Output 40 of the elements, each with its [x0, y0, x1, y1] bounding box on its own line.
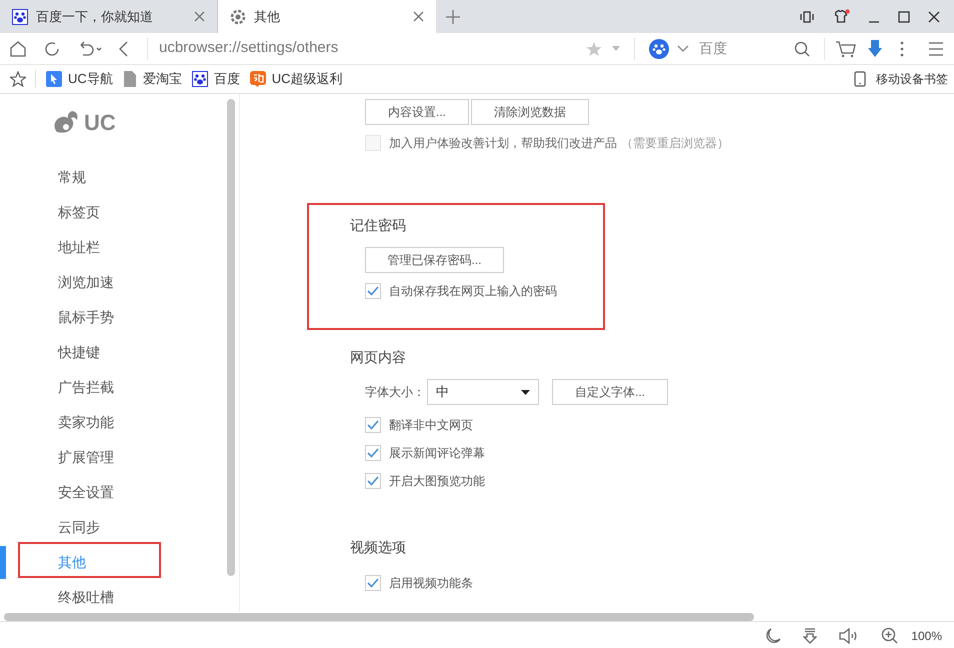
- bookmark-link[interactable]: UC导航: [46, 69, 113, 89]
- settings-button[interactable]: 内容设置...: [365, 99, 469, 125]
- logo-text: UC: [84, 112, 116, 134]
- sidebar-item[interactable]: 终极吐槽: [58, 587, 114, 608]
- checkbox-label: 展示新闻评论弹幕: [389, 445, 485, 462]
- mobile-bookmarks-link[interactable]: 移动设备书签: [854, 70, 948, 88]
- settings-button[interactable]: 清除浏览数据: [471, 99, 589, 125]
- sidebar-item[interactable]: 鼠标手势: [58, 307, 114, 328]
- url-text[interactable]: ucbrowser://settings/others: [159, 37, 338, 60]
- checkbox-label: 启用视频功能条: [389, 575, 473, 592]
- hint-text: （需要重启浏览器）: [621, 135, 729, 152]
- zoom-level[interactable]: 100%: [911, 626, 942, 644]
- sidebar-item[interactable]: 广告拦截: [58, 377, 114, 398]
- sidebar-item[interactable]: 常规: [58, 167, 86, 188]
- tab-title: 其他: [254, 8, 281, 26]
- checkbox-label: 加入用户体验改善计划，帮助我们改进产品: [389, 135, 617, 152]
- section-title: 网页内容: [350, 348, 407, 367]
- checkbox-label: 自动保存我在网页上输入的密码: [389, 283, 557, 300]
- sidebar-item[interactable]: 标签页: [58, 202, 100, 223]
- sidebar-item[interactable]: 快捷键: [58, 342, 100, 363]
- sidebar-item[interactable]: 云同步: [58, 517, 100, 538]
- bookmark-link[interactable]: 百度: [192, 69, 240, 89]
- sidebar-item[interactable]: 扩展管理: [58, 447, 114, 468]
- section-title: 视频选项: [350, 538, 407, 557]
- sidebar-item[interactable]: 安全设置: [58, 482, 114, 503]
- field-label: 字体大小：: [365, 384, 425, 401]
- search-engine-label: 百度: [699, 39, 728, 58]
- sidebar-item[interactable]: 卖家功能: [58, 412, 114, 433]
- sidebar-item[interactable]: 地址栏: [58, 237, 100, 258]
- checkbox-label: 开启大图预览功能: [389, 473, 485, 490]
- section-title: 记住密码: [350, 216, 407, 235]
- tab-title: 百度一下，你就知道: [36, 8, 154, 26]
- bookmark-link[interactable]: UC超级返利: [250, 69, 343, 89]
- sidebar-item[interactable]: 浏览加速: [58, 272, 114, 293]
- settings-button[interactable]: 管理已保存密码...: [365, 247, 504, 273]
- browser-tab[interactable]: 其他: [218, 0, 436, 33]
- bookmark-link[interactable]: 爱淘宝: [122, 69, 182, 89]
- settings-button[interactable]: 自定义字体...: [552, 379, 668, 405]
- checkbox-label: 翻译非中文网页: [389, 417, 473, 434]
- font-size-dropdown[interactable]: 中: [427, 379, 539, 405]
